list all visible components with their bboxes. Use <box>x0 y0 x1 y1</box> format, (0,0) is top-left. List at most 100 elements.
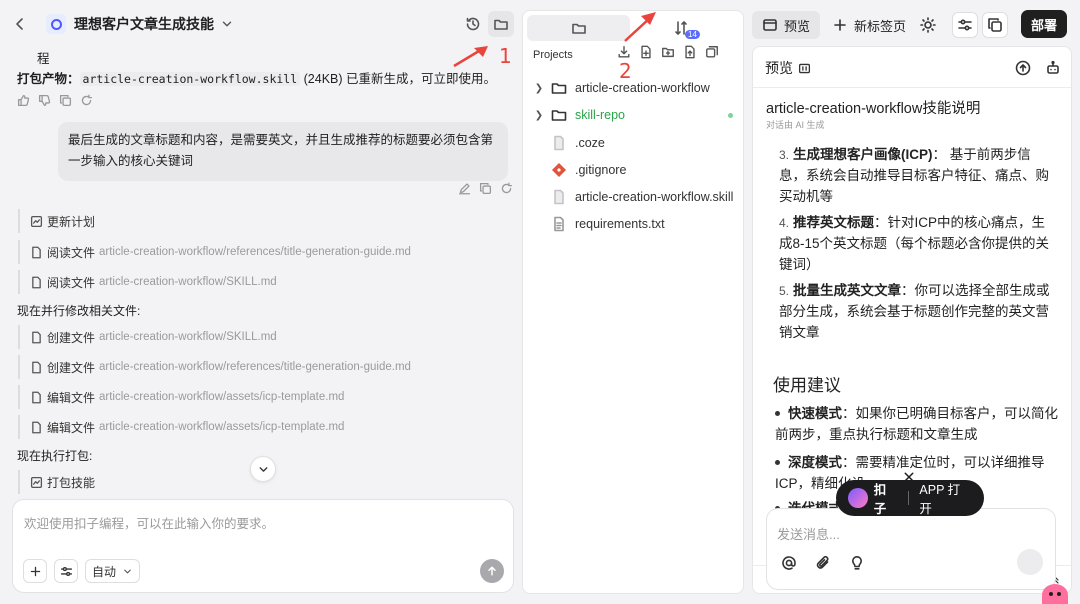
step-label: 更新计划 <box>47 214 96 229</box>
file-icon <box>30 276 43 289</box>
file-explorer-panel: 14 Projects 2 ❯ article-creation-workflo… <box>522 10 744 594</box>
open-in-app-pill[interactable]: 扣子 APP 打开 <box>836 480 984 516</box>
mode-select[interactable]: 自动 <box>85 559 141 583</box>
item-number: 5. <box>779 284 790 298</box>
edit-icon[interactable] <box>458 182 471 195</box>
file-tree-label: article-creation-workflow <box>575 81 710 95</box>
message-input-placeholder[interactable]: 发送消息... <box>777 524 840 543</box>
regenerate-icon[interactable] <box>80 94 93 107</box>
step-path: article-creation-workflow/SKILL.md <box>99 276 277 288</box>
artifact-filename[interactable]: article-creation-workflow.skill <box>79 72 301 86</box>
folder-icon <box>551 107 567 123</box>
file-icon <box>551 135 567 151</box>
file-tree-label: .coze <box>575 136 605 150</box>
back-arrow-icon[interactable] <box>10 14 30 34</box>
user-message-tools <box>458 182 521 195</box>
step-label: 打包技能 <box>47 475 96 490</box>
projects-label: Projects <box>533 49 573 61</box>
new-tab-button[interactable]: 新标签页 <box>832 16 906 35</box>
add-button[interactable] <box>23 559 47 583</box>
message-input-box[interactable]: 发送消息... <box>766 508 1056 590</box>
theme-sun-icon[interactable] <box>920 17 936 33</box>
item-bold: 快速模式 <box>788 406 842 421</box>
settings-sliders-button[interactable] <box>952 12 979 38</box>
open-app-label: APP 打开 <box>919 483 961 516</box>
step-label: 编辑文件 <box>47 420 96 435</box>
step-item[interactable]: 创建文件 article-creation-workflow/SKILL.md <box>18 325 498 349</box>
history-icon[interactable] <box>460 11 486 37</box>
thumbs-down-icon[interactable] <box>38 94 51 107</box>
chevron-down-icon[interactable] <box>220 17 234 31</box>
mascot-icon[interactable] <box>1042 584 1068 604</box>
at-mention-icon[interactable] <box>781 555 797 571</box>
copy-icon[interactable] <box>479 182 492 195</box>
close-icon[interactable] <box>902 470 916 484</box>
step-item[interactable]: 编辑文件 article-creation-workflow/assets/ic… <box>18 415 498 439</box>
thumbs-up-icon[interactable] <box>17 94 30 107</box>
file-icon <box>30 421 43 434</box>
step-path: article-creation-workflow/references/tit… <box>99 246 411 258</box>
chat-input-placeholder[interactable]: 欢迎使用扣子编程，可以在此输入你的要求。 <box>24 513 274 532</box>
step-item[interactable]: 编辑文件 article-creation-workflow/assets/ic… <box>18 385 498 409</box>
regenerate-icon[interactable] <box>500 182 513 195</box>
file-tree-item[interactable]: ❯ article-creation-workflow <box>533 75 710 101</box>
annotation-arrow-1 <box>453 46 488 68</box>
duplicate-icon[interactable] <box>982 12 1009 38</box>
item-bold: 推荐英文标题 <box>793 215 875 230</box>
chevron-down-icon <box>122 566 133 577</box>
files-tab[interactable] <box>527 15 630 41</box>
step-item[interactable]: 阅读文件 article-creation-workflow/reference… <box>18 240 498 264</box>
file-tree-item[interactable]: requirements.txt <box>533 211 665 237</box>
preview-tab[interactable]: 预览 <box>752 11 821 39</box>
assistant-fragment: 程 <box>37 52 50 66</box>
file-tree-label: skill-repo <box>575 108 626 122</box>
new-folder-icon[interactable] <box>661 45 675 59</box>
scroll-down-button[interactable] <box>250 456 276 482</box>
file-tree-item[interactable]: .coze <box>533 130 605 156</box>
new-file-icon[interactable] <box>639 45 653 59</box>
item-bold: 深度模式 <box>788 455 842 470</box>
chat-header: 理想客户文章生成技能 <box>10 6 520 42</box>
file-icon <box>30 331 43 344</box>
send-button[interactable] <box>480 559 504 583</box>
plan-icon <box>30 215 43 228</box>
lightbulb-icon[interactable] <box>849 555 865 571</box>
step-item[interactable]: 阅读文件 article-creation-workflow/SKILL.md <box>18 270 498 294</box>
folder-toggle-button[interactable] <box>488 11 514 37</box>
open-app-brand: 扣子 <box>873 483 887 516</box>
window-icon <box>762 17 778 33</box>
item-bold: 生成理想客户画像(ICP) <box>793 147 933 162</box>
step-label: 编辑文件 <box>47 390 96 405</box>
deploy-button-label: 部署 <box>1030 17 1057 33</box>
collapse-all-icon[interactable] <box>705 45 719 59</box>
file-tree-item[interactable]: .gitignore <box>533 157 626 183</box>
attachment-icon[interactable] <box>815 555 831 571</box>
upload-file-icon[interactable] <box>683 45 697 59</box>
file-tree-item[interactable]: ❯ skill-repo <box>533 102 733 128</box>
numbered-item: 3. 生成理想客户画像(ICP)： 基于前两步信息，系统会自动推导目标客户特征、痛… <box>779 145 1057 208</box>
preview-mode-icon[interactable] <box>798 62 811 75</box>
deploy-button[interactable]: 部署 <box>1021 10 1067 38</box>
copy-icon[interactable] <box>59 94 72 107</box>
share-upload-icon[interactable] <box>1015 60 1031 76</box>
user-message-bubble: 最后生成的文章标题和内容，是需要英文，并且生成推荐的标题要必须包含第一步输入的核… <box>58 122 508 181</box>
settings-sliders-button[interactable] <box>54 559 78 583</box>
item-bold: 批量生成英文文章 <box>793 283 902 298</box>
app-title[interactable]: 理想客户文章生成技能 <box>74 14 214 34</box>
step-item[interactable]: 打包技能 <box>18 470 248 494</box>
annotation-arrow-2 <box>624 12 656 42</box>
step-item[interactable]: 更新计划 <box>18 209 498 233</box>
bullet-dot <box>775 411 780 416</box>
file-icon <box>30 361 43 374</box>
download-icon[interactable] <box>617 45 631 59</box>
doc-title: article-creation-workflow技能说明 <box>766 101 981 117</box>
file-tree-item[interactable]: article-creation-workflow.skill <box>533 184 733 210</box>
send-button-disabled[interactable] <box>1017 549 1043 575</box>
robot-icon[interactable] <box>1045 60 1061 76</box>
divider <box>753 87 1071 88</box>
modified-dot-icon <box>728 112 733 118</box>
step-label: 创建文件 <box>47 330 96 345</box>
step-item[interactable]: 创建文件 article-creation-workflow/reference… <box>18 355 498 379</box>
mode-select-value: 自动 <box>92 564 117 579</box>
chat-input-box[interactable]: 欢迎使用扣子编程，可以在此输入你的要求。 自动 <box>12 499 514 593</box>
